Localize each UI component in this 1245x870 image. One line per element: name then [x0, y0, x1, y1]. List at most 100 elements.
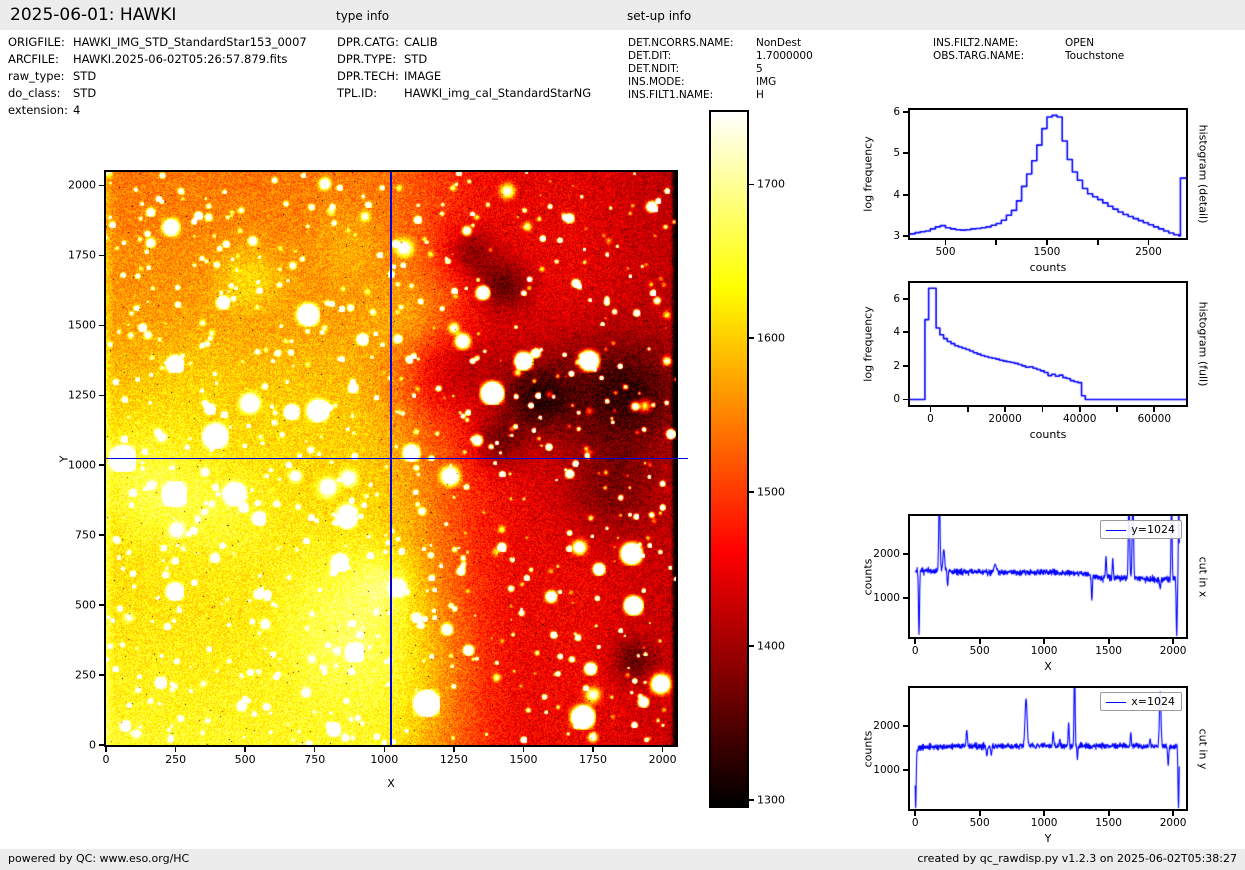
field-label: DET.DIT: — [628, 50, 671, 62]
histogram-detail-x-tick — [1046, 240, 1048, 245]
cut-in-x-x-tick-label: 1000 — [1031, 645, 1058, 657]
histogram-full-x-tick-label: 60000 — [1138, 413, 1171, 425]
x-axis-tick — [175, 747, 177, 752]
field-value: 4 — [73, 104, 80, 117]
cut-in-x-x-tick-label: 500 — [970, 645, 990, 657]
histogram-detail-x-tick — [945, 240, 947, 245]
footer-left-text: powered by QC: www.eso.org/HC — [8, 852, 189, 865]
histogram-full-plot-frame — [908, 281, 1188, 407]
field-label: ARCFILE: — [8, 53, 59, 66]
histogram-detail-y-tick — [903, 152, 908, 154]
field-value: HAWKI.2025-06-02T05:26:57.879.fits — [73, 53, 287, 66]
cut-in-y-y-tick — [903, 769, 908, 771]
field-label: DET.NDIT: — [628, 63, 679, 75]
cut-in-x-x-tick-label: 2000 — [1160, 645, 1187, 657]
cut-in-y-x-tick — [914, 811, 916, 816]
field-value: HAWKI_IMG_STD_StandardStar153_0007 — [73, 36, 307, 49]
x-axis-tick-label: 0 — [103, 753, 110, 766]
cut-in-x-y-tick-label: 2000 — [873, 548, 900, 560]
histogram-full-plot-canvas — [910, 283, 1186, 405]
cut-in-x-legend: y=1024 — [1100, 520, 1182, 539]
histogram-detail-y-tick — [903, 235, 908, 237]
cut-in-y-y-axis-label: counts — [862, 730, 875, 767]
colorbar-frame — [709, 110, 749, 808]
cut-in-x-y-axis-label: counts — [862, 558, 875, 595]
cut-in-x-y-tick — [903, 597, 908, 599]
histogram-full-y-tick-label: 6 — [893, 293, 900, 305]
colorbar-tick-label: 1400 — [757, 639, 785, 652]
field-value: IMG — [756, 76, 776, 88]
type-info-heading: type info — [336, 9, 389, 23]
histogram-full-x-tick-label: 0 — [927, 413, 934, 425]
histogram-full-x-tick — [1153, 407, 1155, 412]
colorbar-tick — [749, 184, 754, 186]
field-value: Touchstone — [1065, 50, 1124, 62]
x-axis-tick-label: 1500 — [509, 753, 537, 766]
y-axis-tick — [99, 604, 104, 606]
y-axis-tick — [99, 185, 104, 187]
histogram-detail-y-tick — [903, 194, 908, 196]
y-axis-label: Y — [58, 455, 71, 462]
field-label: OBS.TARG.NAME: — [933, 50, 1024, 62]
cut-in-y-right-label: cut in y — [1197, 728, 1210, 769]
y-axis-tick-label: 1000 — [68, 459, 96, 472]
header-bar — [0, 0, 1245, 30]
histogram-full-y-tick-label: 0 — [893, 393, 900, 405]
field-value: H — [756, 89, 764, 101]
histogram-full-x-tick — [967, 407, 969, 412]
y-axis-tick-label: 750 — [75, 529, 96, 542]
crosshair-horizontal-line — [106, 458, 688, 459]
y-axis-tick — [99, 395, 104, 397]
histogram-full-x-tick — [1079, 407, 1081, 412]
histogram-detail-x-tick — [995, 240, 997, 245]
colorbar-tick — [749, 337, 754, 339]
histogram-full-x-tick — [1116, 407, 1118, 412]
y-axis-tick-label: 1750 — [68, 249, 96, 262]
histogram-full-x-tick — [1042, 407, 1044, 412]
histogram-full-x-tick — [1004, 407, 1006, 412]
histogram-full-x-tick-label: 20000 — [988, 413, 1021, 425]
x-axis-tick — [314, 747, 316, 752]
field-label: INS.FILT2.NAME: — [933, 37, 1018, 49]
histogram-detail-y-tick-label: 4 — [893, 189, 900, 201]
cut-in-y-y-tick-label: 1000 — [873, 764, 900, 776]
histogram-full-y-tick — [903, 365, 908, 367]
field-value: NonDest — [756, 37, 801, 49]
legend-label: x=1024 — [1131, 695, 1175, 708]
legend-line-sample — [1106, 702, 1126, 703]
field-value: STD — [73, 70, 96, 83]
cut-in-x-x-tick — [979, 639, 981, 644]
histogram-detail-y-axis-label: log frequency — [862, 136, 875, 211]
y-axis-tick — [99, 255, 104, 257]
field-label: do_class: — [8, 87, 61, 100]
x-axis-tick-label: 1250 — [440, 753, 468, 766]
cut-in-y-x-tick — [979, 811, 981, 816]
field-value: 5 — [756, 63, 763, 75]
histogram-full-y-tick-label: 2 — [893, 360, 900, 372]
footer-right-text: created by qc_rawdisp.py v1.2.3 on 2025-… — [917, 852, 1237, 865]
histogram-full-right-label: histogram (full) — [1197, 302, 1210, 387]
cut-in-x-x-axis-label: X — [1044, 660, 1052, 673]
x-axis-label: X — [387, 777, 395, 790]
cut-in-y-legend: x=1024 — [1100, 692, 1182, 711]
cut-in-x-x-tick-label: 0 — [912, 645, 919, 657]
histogram-detail-x-axis-label: counts — [1030, 261, 1067, 274]
field-label: DET.NCORRS.NAME: — [628, 37, 734, 49]
qc-report-page: 2025-06-01: HAWKI type info set-up info … — [0, 0, 1245, 870]
y-axis-tick — [99, 744, 104, 746]
cut-in-x-x-tick-label: 1500 — [1095, 645, 1122, 657]
colorbar-tick — [749, 645, 754, 647]
cut-in-x-right-label: cut in x — [1197, 556, 1210, 597]
cut-in-y-y-tick — [903, 725, 908, 727]
colorbar-tick-label: 1600 — [757, 332, 785, 345]
cut-in-y-x-tick — [1043, 811, 1045, 816]
histogram-full-y-tick — [903, 399, 908, 401]
histogram-detail-x-tick-label: 1500 — [1034, 246, 1061, 258]
colorbar-tick-label: 1500 — [757, 486, 785, 499]
y-axis-tick — [99, 674, 104, 676]
histogram-full-y-tick — [903, 331, 908, 333]
field-label: ORIGFILE: — [8, 36, 65, 49]
histogram-full-y-axis-label: log frequency — [862, 306, 875, 381]
cut-in-x-y-tick-label: 1000 — [873, 592, 900, 604]
histogram-detail-y-tick-label: 5 — [893, 147, 900, 159]
